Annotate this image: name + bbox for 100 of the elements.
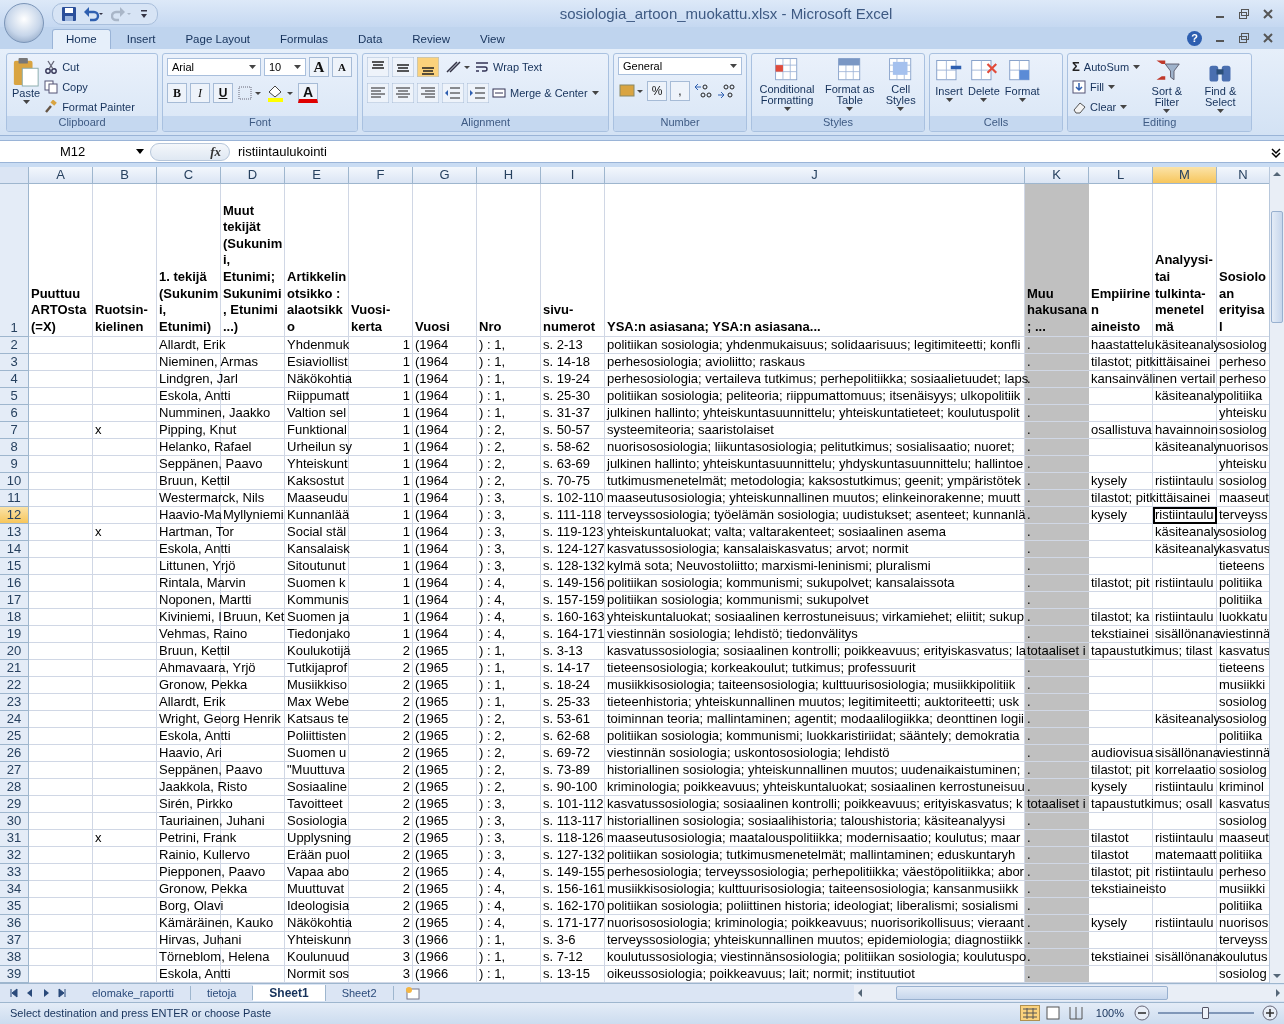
row-header[interactable]: 22	[0, 677, 29, 695]
ribbon-tab[interactable]: Data	[344, 29, 397, 50]
row-header[interactable]: 4	[0, 371, 29, 389]
zoom-slider-thumb[interactable]	[1202, 1007, 1209, 1020]
horizontal-align-icon[interactable]	[392, 83, 414, 104]
column-header[interactable]: G	[413, 167, 477, 185]
row-header[interactable]: 29	[0, 796, 29, 814]
font-name-field[interactable]: Arial	[167, 58, 261, 77]
row-header[interactable]: 3	[0, 354, 29, 372]
clipboard-button[interactable]: Copy	[44, 77, 135, 97]
cells-button[interactable]: Format	[1003, 57, 1041, 103]
customize-caret-icon[interactable]	[139, 7, 149, 20]
wrap-text-button[interactable]: Wrap Text	[475, 57, 543, 77]
number-format-button[interactable]: %	[647, 81, 667, 102]
row-header[interactable]: 13	[0, 524, 29, 542]
row-header[interactable]: 28	[0, 779, 29, 797]
font-style-button[interactable]: B	[167, 83, 187, 104]
column-header[interactable]: B	[93, 167, 157, 185]
styles-button[interactable]: Format as Table	[821, 57, 879, 112]
row-header[interactable]: 35	[0, 898, 29, 916]
number-format-field[interactable]: General	[618, 57, 742, 76]
shrink-font-button[interactable]: A	[332, 57, 352, 78]
zoom-out-icon[interactable]	[1134, 1005, 1150, 1022]
row-header[interactable]: 5	[0, 388, 29, 406]
row-header[interactable]: 9	[0, 456, 29, 474]
scroll-thumb[interactable]	[1271, 211, 1283, 324]
styles-button[interactable]: Cell Styles	[881, 57, 920, 112]
font-size-field[interactable]: 10	[264, 58, 306, 77]
row-header[interactable]: 26	[0, 745, 29, 763]
row-header[interactable]: 31	[0, 830, 29, 848]
styles-button[interactable]: Conditional Formatting	[756, 57, 818, 112]
column-header[interactable]: N	[1217, 167, 1269, 185]
ribbon-tab[interactable]: View	[466, 29, 519, 50]
first-sheet-icon[interactable]	[8, 987, 20, 1000]
row-header[interactable]: 36	[0, 915, 29, 933]
horizontal-align-icon[interactable]	[417, 83, 439, 104]
number-format-button[interactable]: ,	[670, 81, 690, 102]
vertical-scrollbar[interactable]	[1269, 167, 1284, 984]
row-header[interactable]: 8	[0, 439, 29, 457]
ribbon-tab[interactable]: Review	[398, 29, 464, 50]
row-header[interactable]: 33	[0, 864, 29, 882]
formula-field[interactable]: ristiintaulukointi	[230, 144, 1270, 160]
cells-button[interactable]: Delete	[967, 57, 1001, 103]
insert-function-button[interactable]: fx	[210, 143, 221, 160]
zoom-in-icon[interactable]	[1262, 1005, 1278, 1022]
row-header[interactable]: 11	[0, 490, 29, 508]
vertical-align-icon[interactable]	[392, 57, 414, 78]
row-header[interactable]: 39	[0, 966, 29, 984]
font-style-button[interactable]: I	[190, 83, 210, 104]
row-header[interactable]: 25	[0, 728, 29, 746]
cells-button[interactable]: Insert	[934, 57, 964, 103]
normal-view-icon[interactable]	[1019, 1005, 1040, 1022]
last-sheet-icon[interactable]	[56, 987, 68, 1000]
column-header[interactable]: L	[1089, 167, 1153, 185]
help-button[interactable]: ?	[1187, 30, 1202, 46]
horizontal-scrollbar[interactable]	[854, 985, 1284, 1002]
merge-center-button[interactable]: Merge & Center	[492, 83, 599, 103]
editing-button[interactable]: Find & Select	[1193, 57, 1247, 114]
sheet-tab[interactable]: elomake_raportti	[76, 986, 191, 1001]
decrease-indent-icon[interactable]	[442, 83, 464, 104]
row-header[interactable]: 7	[0, 422, 29, 440]
row-header[interactable]: 14	[0, 541, 29, 559]
column-header[interactable]: J	[605, 167, 1025, 185]
restore-icon[interactable]	[1238, 7, 1250, 20]
row-header[interactable]: 37	[0, 932, 29, 950]
clipboard-button[interactable]: Cut	[44, 57, 135, 77]
sheet-tab[interactable]: Sheet2	[325, 986, 394, 1001]
row-header[interactable]: 32	[0, 847, 29, 865]
row-header[interactable]: 1	[0, 184, 29, 338]
column-header[interactable]: K	[1025, 167, 1089, 185]
row-header[interactable]: 23	[0, 694, 29, 712]
ribbon-tab[interactable]: Home	[52, 29, 111, 50]
sheet-tab[interactable]: Sheet1	[253, 985, 326, 1002]
column-header[interactable]: H	[477, 167, 541, 185]
office-button[interactable]	[4, 3, 44, 43]
increase-indent-icon[interactable]	[467, 83, 489, 104]
row-header[interactable]: 19	[0, 626, 29, 644]
zoom-level[interactable]: 100%	[1095, 1007, 1124, 1020]
row-header[interactable]: 15	[0, 558, 29, 576]
close-icon[interactable]	[1262, 32, 1274, 45]
editing-button[interactable]: Sort & Filter	[1143, 57, 1191, 114]
row-header[interactable]: 34	[0, 881, 29, 899]
row-header[interactable]: 21	[0, 660, 29, 678]
row-header[interactable]: 17	[0, 592, 29, 610]
paste-button[interactable]: Paste	[11, 57, 42, 105]
column-header[interactable]: A	[29, 167, 93, 185]
ribbon-tab[interactable]: Insert	[112, 29, 170, 50]
row-header[interactable]: 24	[0, 711, 29, 729]
row-header[interactable]: 27	[0, 762, 29, 780]
vertical-align-icon[interactable]	[417, 57, 439, 78]
row-header[interactable]: 38	[0, 949, 29, 967]
grow-font-button[interactable]: A	[309, 57, 329, 78]
row-header[interactable]: 20	[0, 643, 29, 661]
editing-button[interactable]: Σ AutoSum	[1072, 57, 1141, 77]
font-color-button[interactable]: A	[298, 83, 318, 104]
horizontal-align-icon[interactable]	[367, 83, 389, 104]
column-header[interactable]: I	[541, 167, 605, 185]
row-header[interactable]: 6	[0, 405, 29, 423]
ribbon-tab[interactable]: Page Layout	[171, 29, 265, 50]
editing-button[interactable]: Fill	[1072, 77, 1141, 97]
